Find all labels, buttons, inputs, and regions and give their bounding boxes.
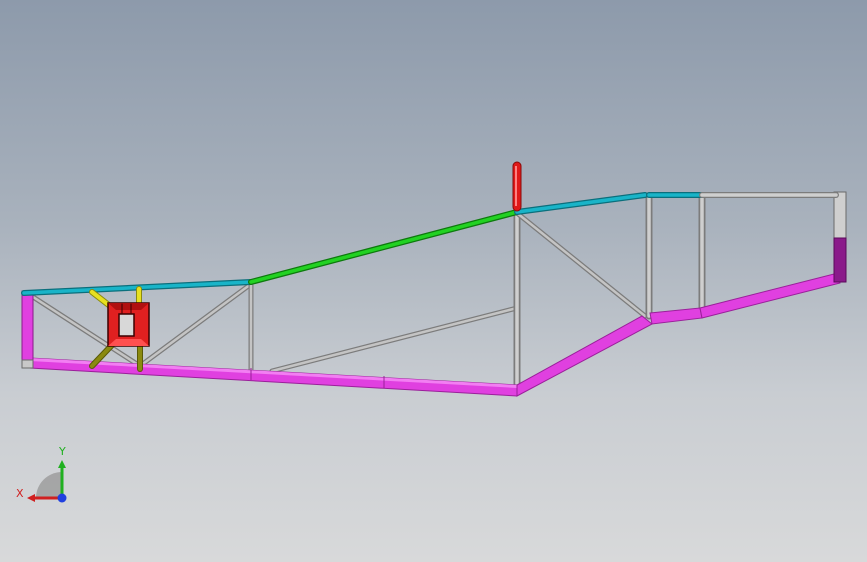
apex-post[interactable]: [512, 161, 522, 212]
top-chord-green-segment[interactable]: [249, 210, 519, 284]
y-axis-label: Y: [58, 445, 66, 458]
top-chord-cyan-segment[interactable]: [515, 193, 647, 214]
z-axis-dot: [57, 493, 67, 503]
top-chord[interactable]: [21, 192, 839, 296]
fitting-assembly[interactable]: [89, 286, 150, 372]
bottom-chord-segment[interactable]: [649, 307, 703, 325]
y-axis-arrow: [58, 460, 66, 468]
bottom-chord[interactable]: [29, 272, 841, 397]
web-diagonal[interactable]: [270, 306, 519, 373]
triad-plane: [36, 472, 62, 498]
bottom-chord-segment[interactable]: [699, 272, 841, 319]
fitting-hole: [118, 313, 135, 337]
x-axis-arrow: [27, 494, 35, 502]
view-triad[interactable]: X Y: [16, 445, 67, 503]
x-axis-label: X: [16, 487, 24, 500]
right-end-post-bottom[interactable]: [833, 237, 847, 283]
right-end-post-top[interactable]: [833, 191, 847, 239]
right-end-post[interactable]: [833, 191, 847, 283]
left-end-post[interactable]: [21, 290, 34, 369]
bottom-chord-segment[interactable]: [516, 315, 653, 397]
apex-post-highlight: [515, 166, 517, 206]
bottom-chord-segment[interactable]: [30, 358, 517, 388]
left-end-post-body[interactable]: [21, 290, 34, 367]
graphics-viewport[interactable]: X Y: [0, 0, 867, 562]
web-diagonal[interactable]: [138, 282, 253, 368]
left-end-post-cap: [21, 359, 34, 369]
web-members[interactable]: [27, 192, 706, 392]
truss-model[interactable]: [21, 161, 847, 397]
web-diagonal[interactable]: [515, 211, 647, 318]
